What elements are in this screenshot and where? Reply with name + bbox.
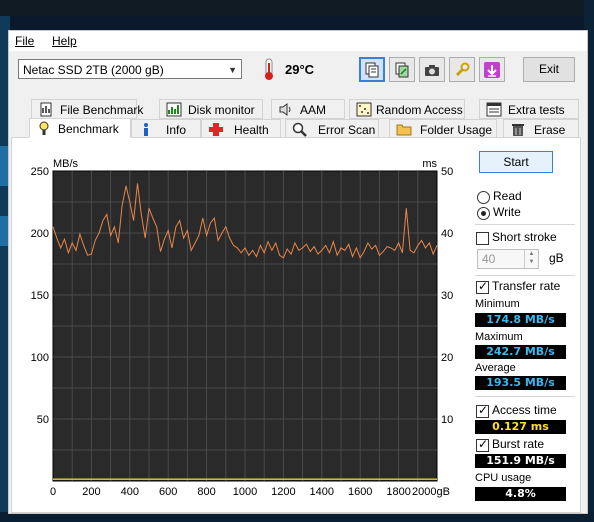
x-tick-label: 1200 (271, 486, 295, 498)
x-tick-label: 1400 (310, 486, 334, 498)
tab-benchmark[interactable]: Benchmark (29, 118, 131, 138)
y-right-tick-label: 20 (441, 352, 453, 364)
y-right-tick-label: 40 (441, 228, 453, 240)
access-time-value: 0.127 ms (475, 420, 566, 434)
hdtune-window: File Help Netac SSD 2TB (2000 gB) ▼ 29°C (8, 30, 588, 514)
y-left-tick-label: 100 (31, 352, 49, 364)
checkmark-icon: ✓ (478, 437, 489, 451)
cpu-usage-label: CPU usage (475, 472, 532, 484)
x-tick-label: 800 (197, 486, 215, 498)
y-left-tick-label: 50 (37, 414, 49, 426)
burst-rate-value: 151.9 MB/s (475, 454, 566, 468)
benchmark-icon (39, 121, 49, 135)
average-value: 193.5 MB/s (475, 376, 566, 390)
x-tick-label: 600 (159, 486, 177, 498)
x-tick-label: 1800 (386, 486, 410, 498)
desktop-background-top (0, 0, 594, 16)
radio-selected-dot (481, 211, 486, 216)
y-left-tick-label: 150 (31, 290, 49, 302)
y-right-tick-label: 30 (441, 290, 453, 302)
maximum-value: 242.7 MB/s (475, 345, 566, 359)
checkmark-icon: ✓ (478, 279, 489, 293)
y-right-unit: ms (422, 158, 437, 170)
x-tick-label: 200 (82, 486, 100, 498)
divider (475, 224, 575, 225)
y-right-tick-label: 10 (441, 414, 453, 426)
y-left-tick-label: 200 (31, 228, 49, 240)
y-left-tick-label: 250 (31, 166, 49, 178)
spinner-arrows-icon[interactable]: ▲ ▼ (524, 250, 538, 268)
x-tick-label: 400 (121, 486, 139, 498)
minimum-label: Minimum (475, 298, 520, 310)
y-right-tick-label: 50 (441, 166, 453, 178)
average-label: Average (475, 362, 516, 374)
checkmark-icon: ✓ (478, 403, 489, 417)
start-button[interactable]: Start (479, 151, 553, 173)
x-tick-label: 1000 (233, 486, 257, 498)
x-tick-label: 1600 (348, 486, 372, 498)
divider (475, 275, 575, 276)
divider (475, 396, 575, 397)
short-stroke-unit: gB (549, 251, 564, 265)
maximum-label: Maximum (475, 331, 523, 343)
x-tick-label: 0 (50, 486, 56, 498)
y-left-unit: MB/s (53, 158, 79, 170)
short-stroke-spinner[interactable]: 40 ▲ ▼ (477, 249, 539, 269)
minimum-value: 174.8 MB/s (475, 313, 566, 327)
x-tick-label: 2000gB (412, 486, 450, 498)
cpu-usage-value: 4.8% (475, 487, 566, 501)
